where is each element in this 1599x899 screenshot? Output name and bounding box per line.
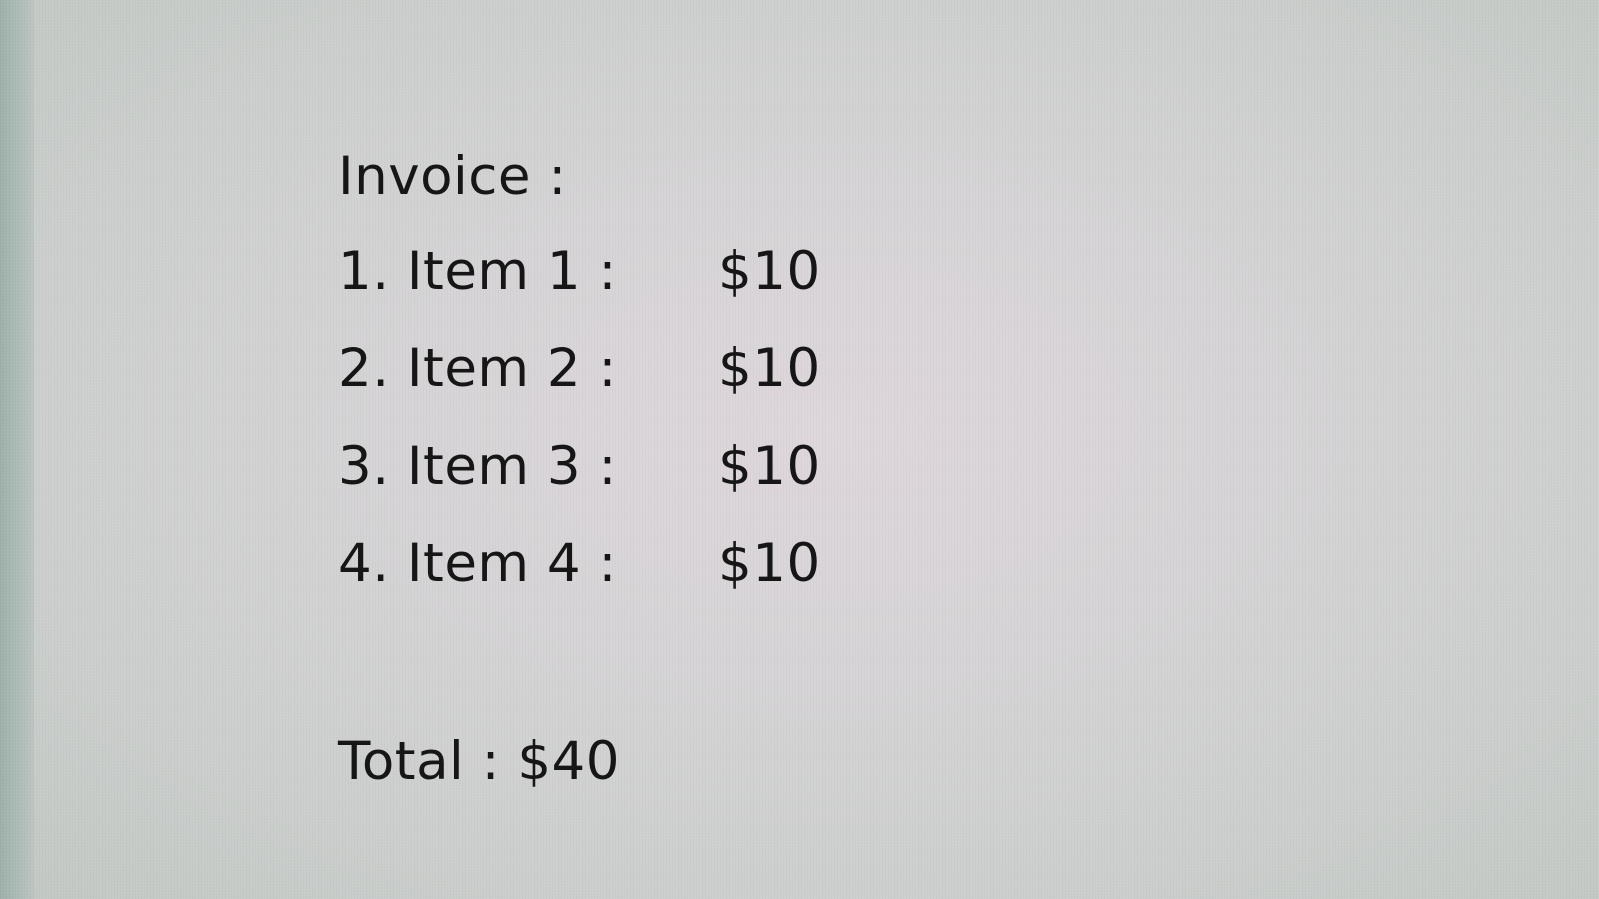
item-amount: $10 xyxy=(718,436,821,497)
item-label: 3. Item 3 : xyxy=(338,436,617,497)
monitor-bezel xyxy=(0,0,34,899)
invoice-title: Invoice : xyxy=(338,146,567,207)
item-amount: $10 xyxy=(718,533,821,594)
item-label: 4. Item 4 : xyxy=(338,533,617,594)
item-amount: $10 xyxy=(718,241,821,302)
invoice-total: Total : $40 xyxy=(338,731,620,792)
item-amount: $10 xyxy=(718,338,821,399)
item-label: 2. Item 2 : xyxy=(338,338,617,399)
invoice-document: Invoice : 1. Item 1 : $10 2. Item 2 : $1… xyxy=(338,145,1038,825)
item-label: 1. Item 1 : xyxy=(338,241,617,302)
